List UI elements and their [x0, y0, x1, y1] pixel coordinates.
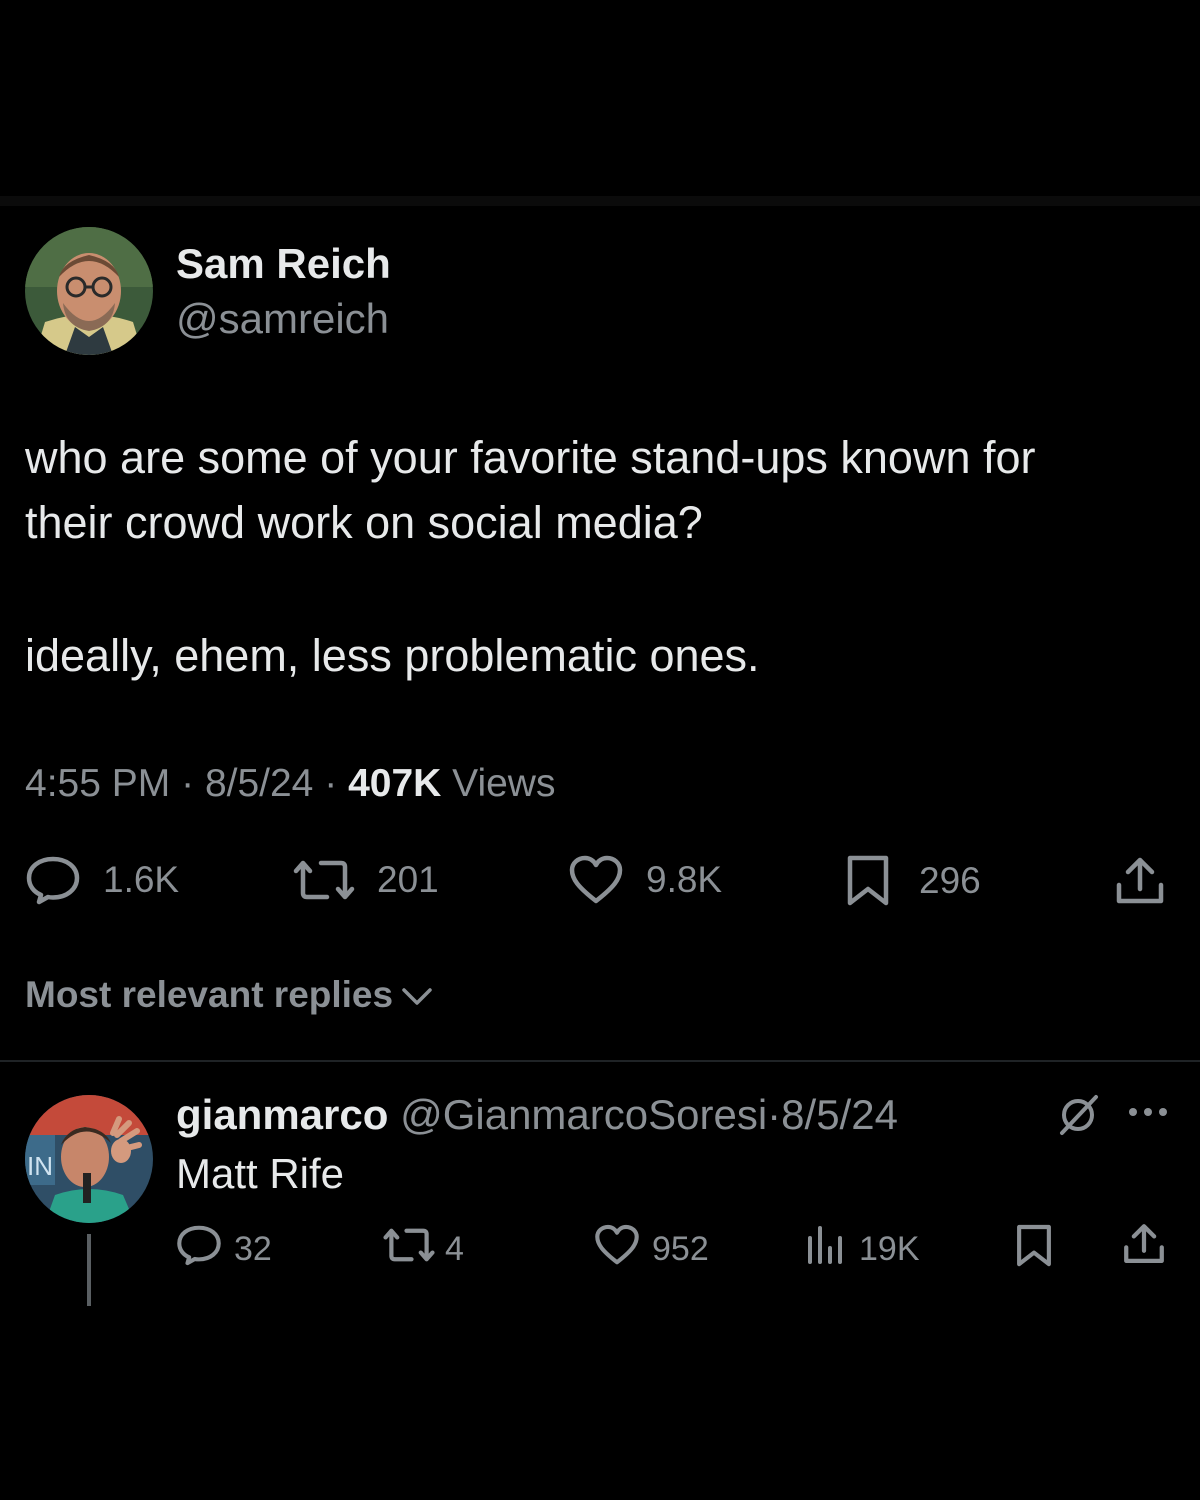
thread-line — [87, 1234, 91, 1306]
divider — [0, 1060, 1200, 1062]
reply-views-count: 19K — [859, 1230, 920, 1268]
top-divider — [0, 196, 1200, 206]
reply-repost-button[interactable]: 4 — [383, 1224, 464, 1275]
tweet-text-line: who are some of your favorite stand-ups … — [25, 432, 1036, 483]
reply-icon — [25, 855, 81, 905]
reply-count: 1.6K — [103, 859, 180, 900]
svg-text:IN: IN — [27, 1151, 53, 1181]
reply-reply-button[interactable]: 32 — [176, 1224, 272, 1275]
views-count: 407K — [348, 762, 442, 805]
like-count: 9.8K — [646, 859, 723, 900]
separator: · — [181, 762, 195, 805]
repost-button[interactable]: 201 — [293, 855, 439, 905]
reply-text: Matt Rife — [176, 1150, 345, 1197]
tweet-time[interactable]: 4:55 PM — [25, 762, 170, 805]
like-button[interactable]: 9.8K — [568, 855, 722, 905]
repost-icon — [383, 1224, 435, 1275]
reply-icon — [176, 1224, 222, 1275]
share-icon — [1114, 855, 1166, 907]
bookmark-button[interactable]: 296 — [845, 855, 981, 907]
repost-icon — [293, 855, 355, 905]
separator: · — [767, 1091, 782, 1138]
views-label: Views — [452, 762, 556, 805]
tweet-meta: 4:55 PM · 8/5/24 · 407K Views — [25, 762, 555, 806]
reply-bookmark-button[interactable] — [1015, 1224, 1053, 1277]
reply-reply-count: 32 — [234, 1230, 272, 1268]
reply-like-button[interactable]: 952 — [594, 1224, 709, 1275]
reply-date[interactable]: 8/5/24 — [781, 1091, 898, 1138]
reply-author-name[interactable]: gianmarco — [176, 1091, 388, 1138]
author-handle[interactable]: @samreich — [176, 295, 389, 343]
reply-views-button[interactable]: 19K — [805, 1224, 920, 1275]
tweet-text-line: ideally, ehem, less problematic ones. — [25, 630, 760, 681]
tweet-text-line: their crowd work on social media? — [25, 497, 703, 548]
bookmark-icon — [1015, 1224, 1053, 1277]
repost-count: 201 — [377, 859, 439, 900]
grok-icon[interactable] — [1056, 1093, 1100, 1142]
reply-button[interactable]: 1.6K — [25, 855, 179, 905]
bookmark-icon — [845, 855, 891, 907]
more-icon[interactable] — [1127, 1100, 1169, 1129]
like-icon — [594, 1224, 640, 1275]
like-icon — [568, 855, 624, 905]
author-name[interactable]: Sam Reich — [176, 240, 391, 288]
reply-share-button[interactable] — [1122, 1222, 1166, 1275]
reply-header: gianmarco @GianmarcoSoresi·8/5/24 — [176, 1091, 898, 1139]
sort-label: Most relevant replies — [25, 974, 394, 1015]
reply-avatar[interactable]: IN — [25, 1095, 153, 1223]
reply-author-handle[interactable]: @GianmarcoSoresi — [400, 1091, 767, 1138]
reply-repost-count: 4 — [445, 1230, 464, 1268]
chevron-down-icon — [401, 974, 433, 1016]
author-avatar[interactable] — [25, 227, 153, 355]
bookmark-count: 296 — [919, 860, 981, 901]
share-button[interactable] — [1114, 855, 1166, 907]
tweet-date[interactable]: 8/5/24 — [205, 762, 313, 805]
reply-like-count: 952 — [652, 1230, 709, 1268]
share-icon — [1122, 1222, 1166, 1275]
views-icon — [805, 1224, 845, 1275]
reply-sort-dropdown[interactable]: Most relevant replies — [25, 974, 433, 1016]
separator: · — [324, 762, 338, 805]
